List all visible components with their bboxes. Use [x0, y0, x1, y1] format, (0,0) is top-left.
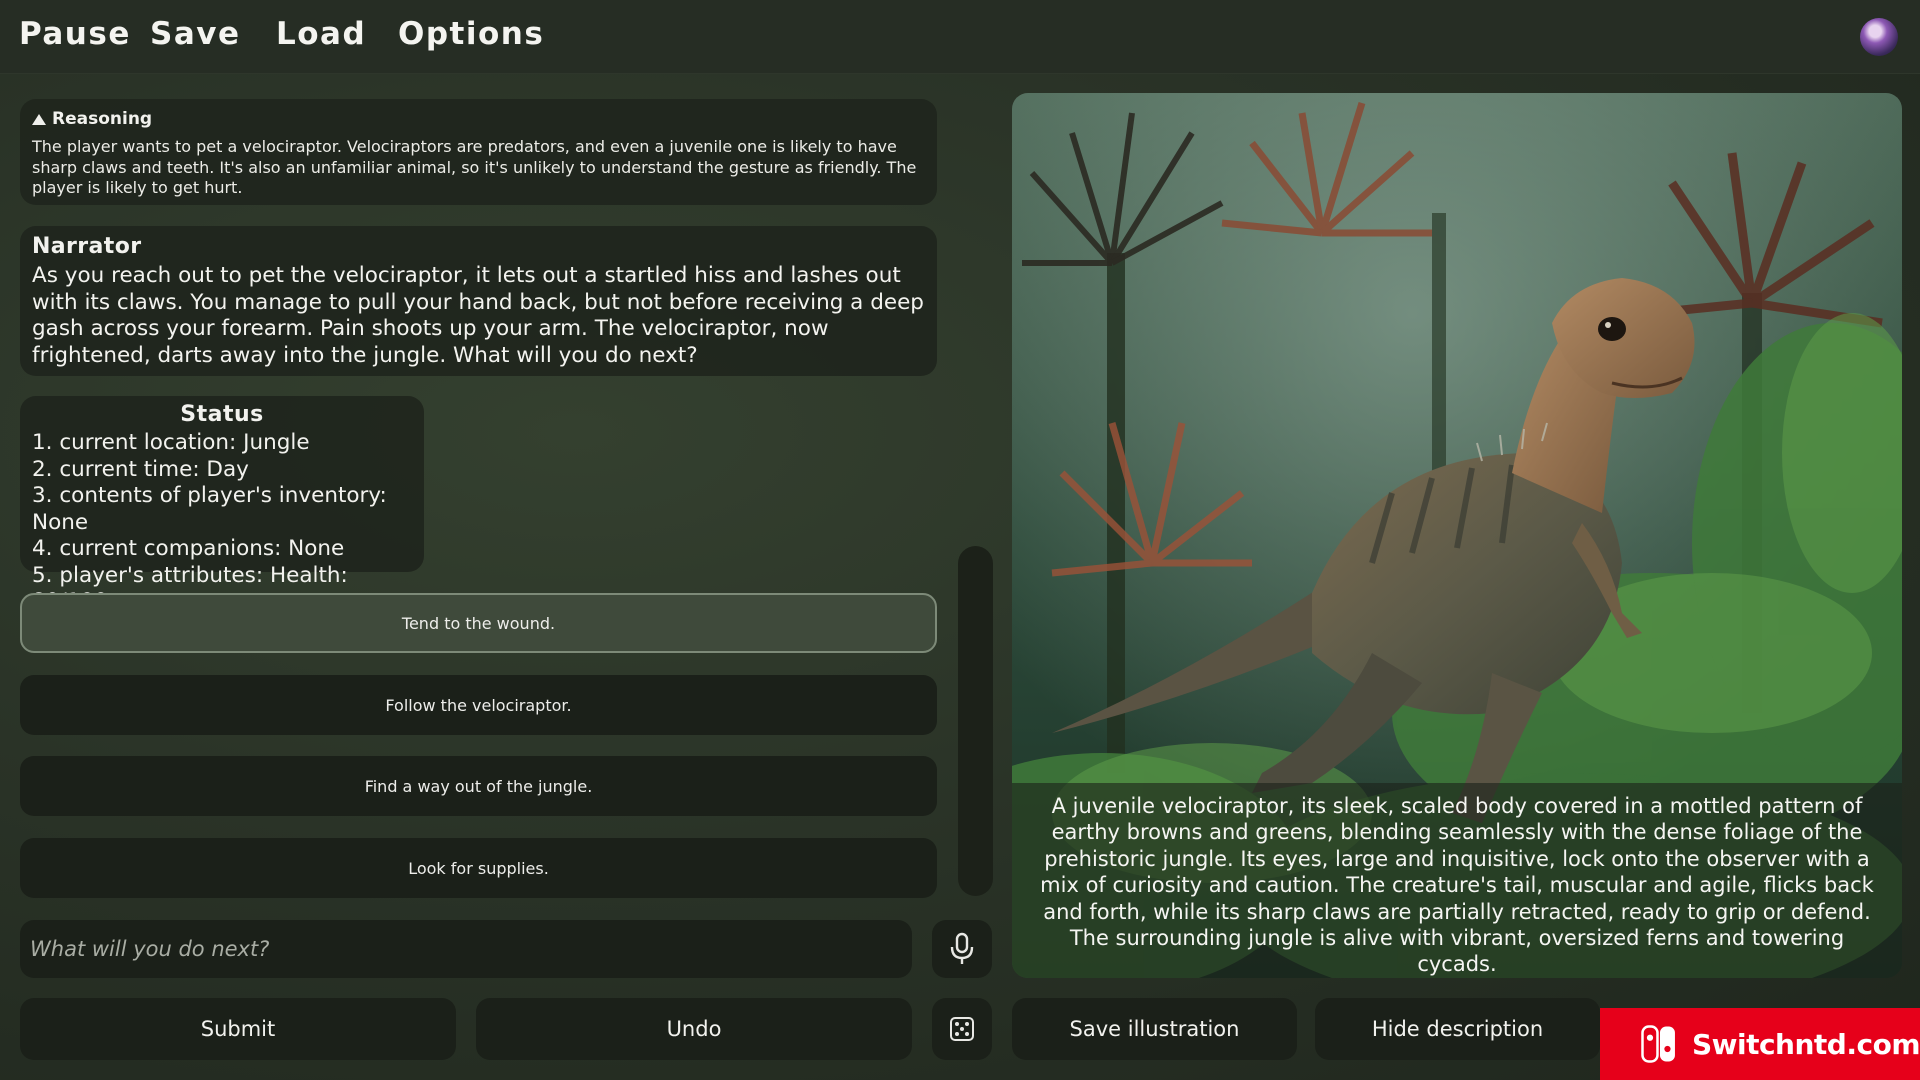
- dice-icon: [950, 1017, 974, 1041]
- microphone-icon: [950, 932, 974, 964]
- status-list: 1. current location: Jungle 2. current t…: [32, 430, 412, 616]
- switch-logo-watermark: Switchntd.com: [1600, 1008, 1920, 1080]
- menu-pause[interactable]: Pause: [19, 16, 131, 52]
- reasoning-text: The player wants to pet a velociraptor. …: [32, 137, 917, 197]
- avatar[interactable]: [1860, 18, 1898, 56]
- choice-button-follow[interactable]: Follow the velociraptor.: [20, 675, 937, 735]
- status-item: 3. contents of player's inventory: None: [32, 483, 387, 535]
- reasoning-title: Reasoning: [52, 109, 153, 129]
- scene-illustration: A juvenile velociraptor, its sleek, scal…: [1012, 93, 1902, 978]
- status-panel: Status 1. current location: Jungle 2. cu…: [20, 396, 424, 614]
- narrator-panel: Narrator As you reach out to pet the vel…: [20, 226, 937, 376]
- illustration-caption: A juvenile velociraptor, its sleek, scal…: [1012, 783, 1902, 978]
- hide-description-button[interactable]: Hide description: [1315, 998, 1600, 1060]
- narrator-text: As you reach out to pet the velociraptor…: [32, 263, 924, 368]
- status-title: Status: [180, 402, 264, 427]
- status-item: 2. current time: Day: [32, 456, 249, 482]
- narrator-title: Narrator: [32, 234, 142, 259]
- status-item: 1. current location: Jungle: [32, 430, 310, 455]
- menu-save[interactable]: Save: [150, 16, 240, 52]
- triangle-up-icon: [32, 113, 46, 125]
- action-input[interactable]: [20, 920, 912, 978]
- choice-button-supplies[interactable]: Look for supplies.: [20, 838, 937, 898]
- watermark-text: Switchntd.com: [1691, 1027, 1920, 1061]
- choice-button-find-way[interactable]: Find a way out of the jungle.: [20, 756, 937, 816]
- dice-button[interactable]: [932, 998, 992, 1060]
- switch-logo-icon: [1641, 1025, 1675, 1063]
- reasoning-toggle[interactable]: Reasoning: [32, 109, 925, 129]
- submit-button[interactable]: Submit: [20, 998, 456, 1060]
- menu-options[interactable]: Options: [398, 16, 544, 52]
- reasoning-panel: Reasoning The player wants to pet a velo…: [20, 99, 937, 205]
- status-item: 4. current companions: None: [32, 536, 345, 561]
- choice-button-tend-wound[interactable]: Tend to the wound.: [20, 593, 937, 653]
- top-menu-bar: Pause Save Load Options: [0, 0, 1920, 74]
- save-illustration-button[interactable]: Save illustration: [1012, 998, 1297, 1060]
- undo-button[interactable]: Undo: [476, 998, 912, 1060]
- scrollbar[interactable]: [958, 546, 993, 896]
- microphone-button[interactable]: [932, 920, 992, 978]
- menu-load[interactable]: Load: [276, 16, 366, 52]
